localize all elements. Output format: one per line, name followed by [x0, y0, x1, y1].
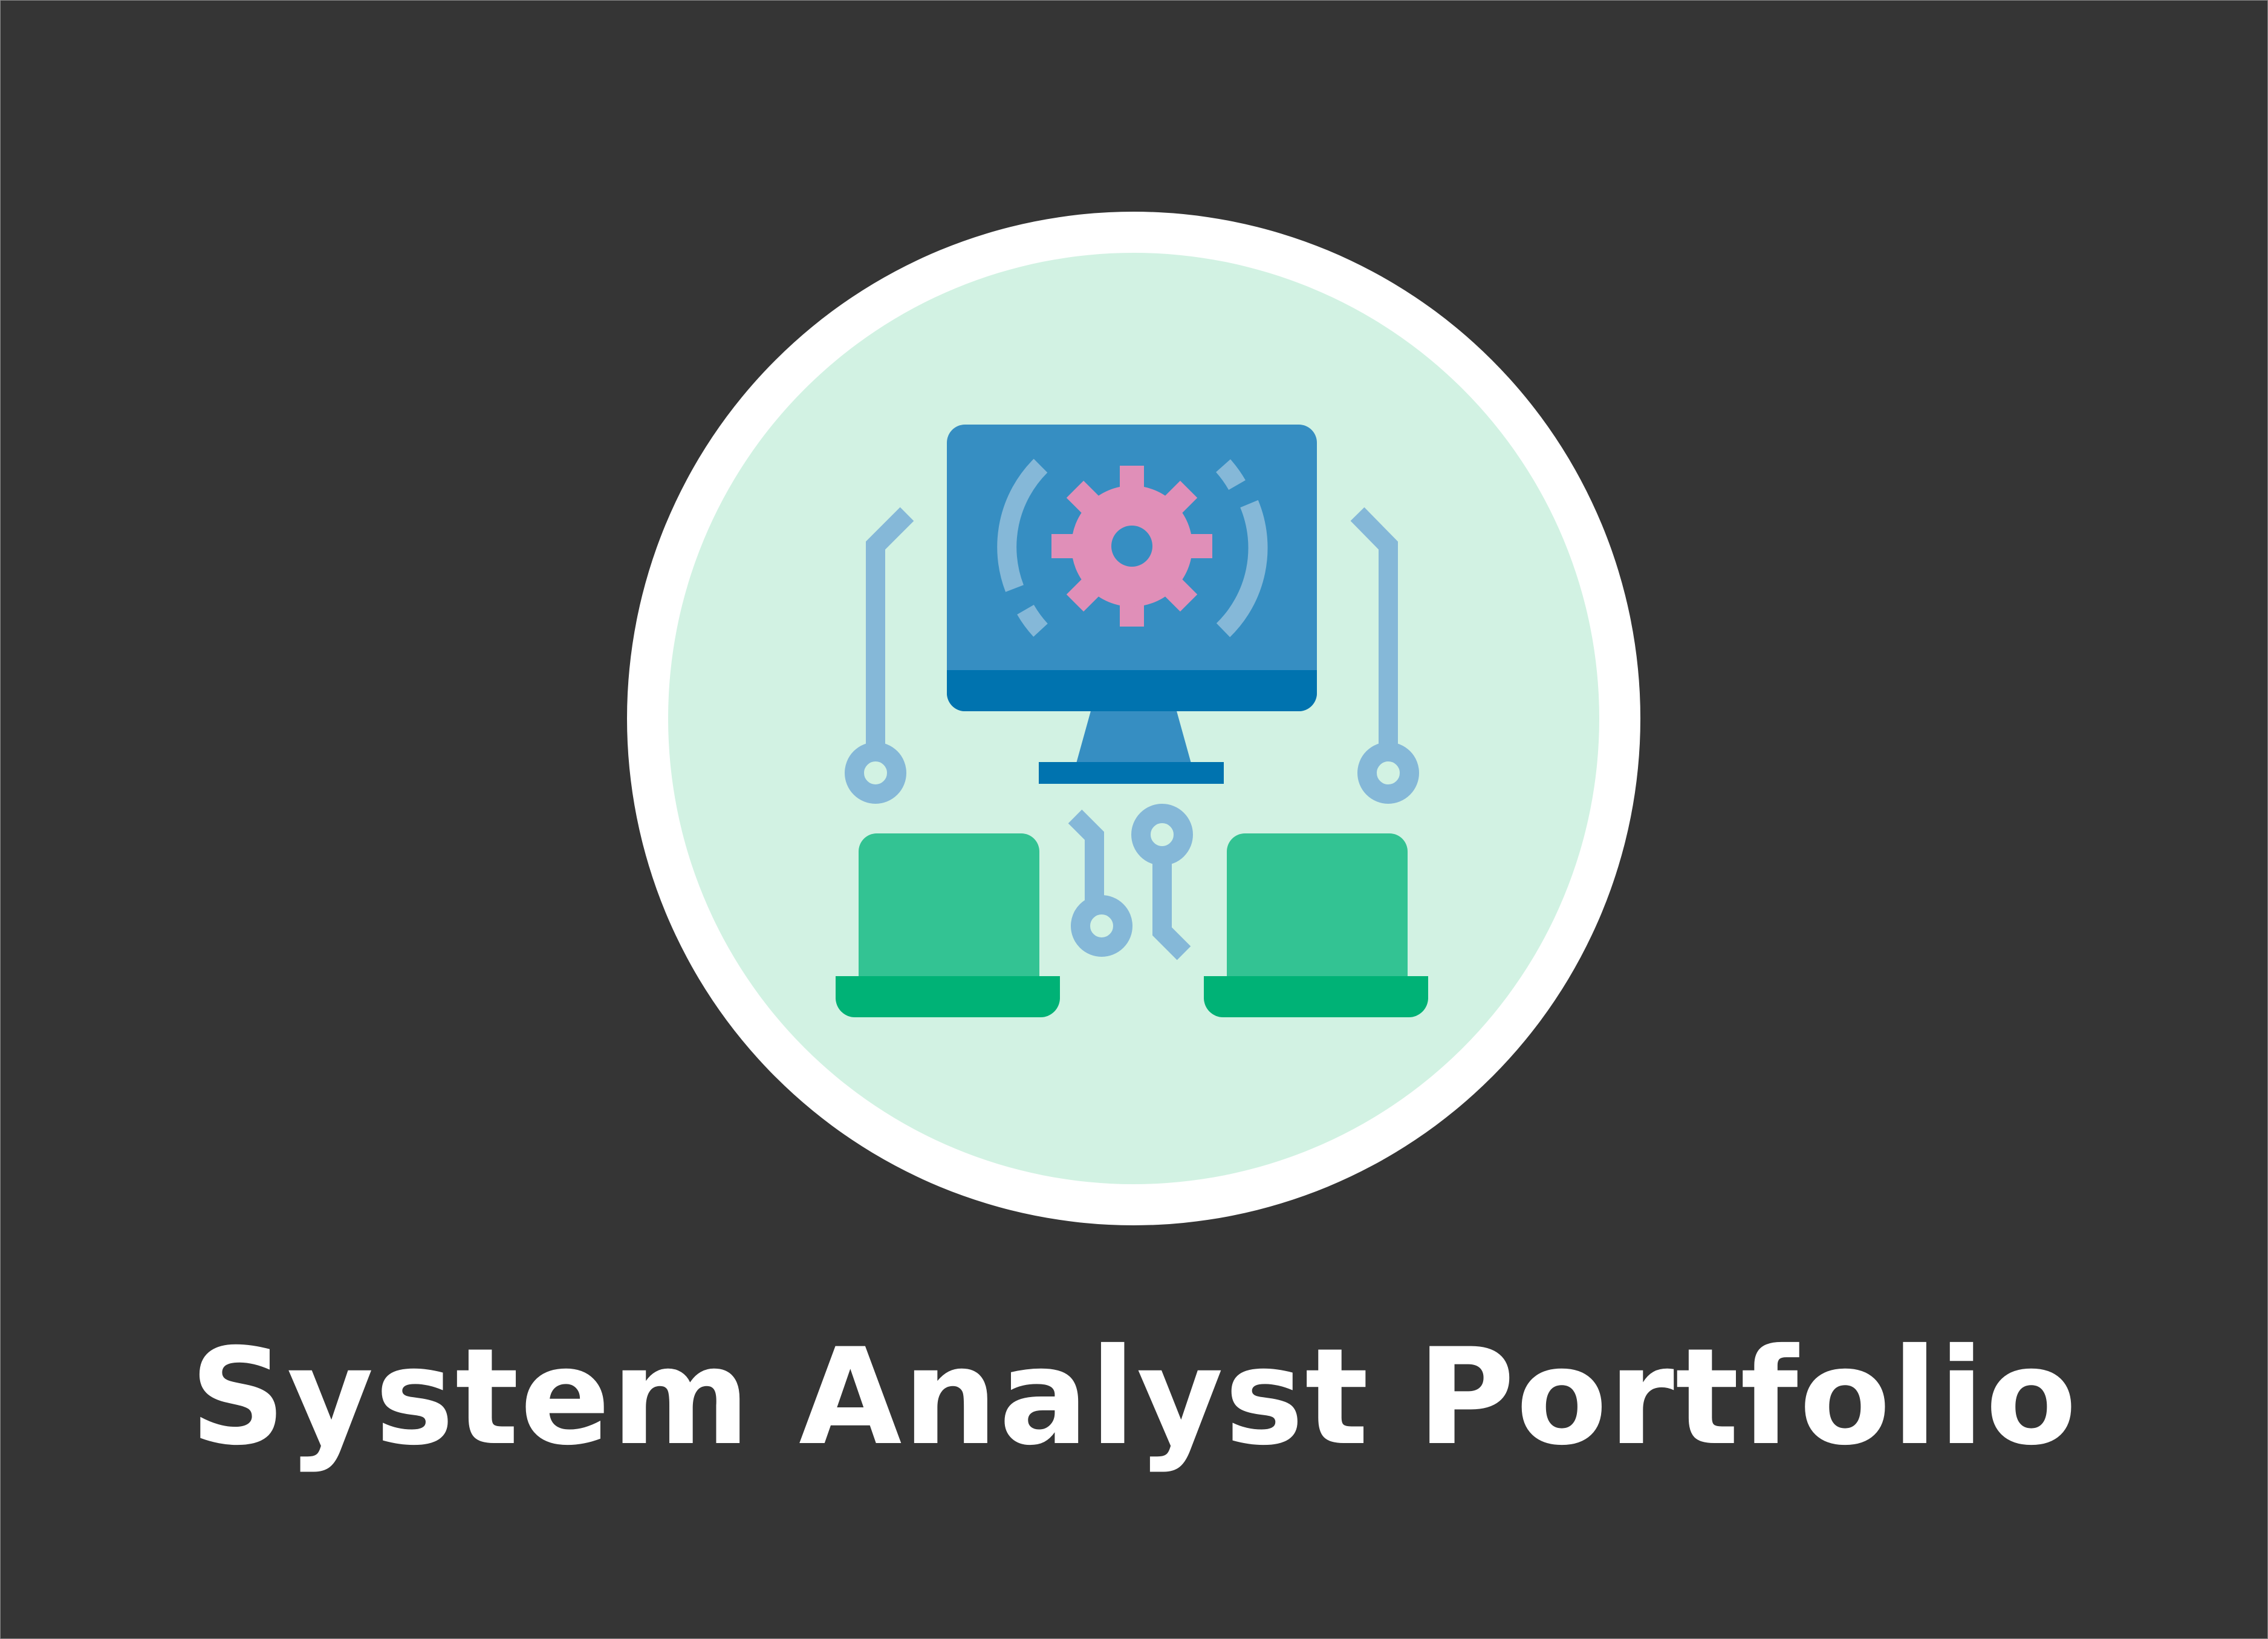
monitor-foot [1039, 762, 1224, 784]
laptop-icon-left [836, 833, 1060, 1017]
laptop-icon-right [1204, 833, 1428, 1017]
page-title: System Analyst Portfolio [190, 1320, 2078, 1474]
portfolio-card: System Analyst Portfolio [0, 0, 2268, 1639]
badge-illustration [627, 212, 1640, 1225]
monitor-stand [1076, 709, 1191, 763]
gear-icon [1051, 466, 1212, 627]
